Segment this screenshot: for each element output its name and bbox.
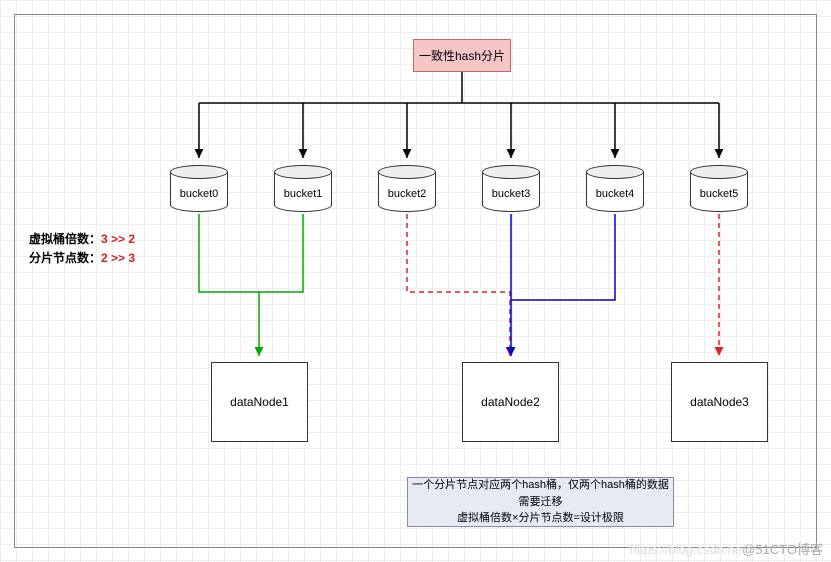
datanode-3: dataNode3 xyxy=(671,362,768,442)
bucket-1: bucket1 xyxy=(274,165,332,212)
note-box: 一个分片节点对应两个hash桶，仅两个hash桶的数据需要迁移 虚拟桶倍数×分片… xyxy=(407,477,674,527)
bucket-2: bucket2 xyxy=(378,165,436,212)
watermark: https://blog.csdn.ne@51CTO博客 xyxy=(629,539,823,558)
title-box: 一致性hash分片 xyxy=(413,39,511,72)
param-shard-count: 分片节点数：2 >> 3 xyxy=(29,249,135,266)
bucket-5: bucket5 xyxy=(690,165,748,212)
bucket-0: bucket0 xyxy=(170,165,228,212)
bucket-3: bucket3 xyxy=(482,165,540,212)
param-virtual-bucket: 虚拟桶倍数：3 >> 2 xyxy=(29,230,135,247)
datanode-1: dataNode1 xyxy=(211,362,308,442)
datanode-2: dataNode2 xyxy=(462,362,559,442)
bucket-4: bucket4 xyxy=(586,165,644,212)
